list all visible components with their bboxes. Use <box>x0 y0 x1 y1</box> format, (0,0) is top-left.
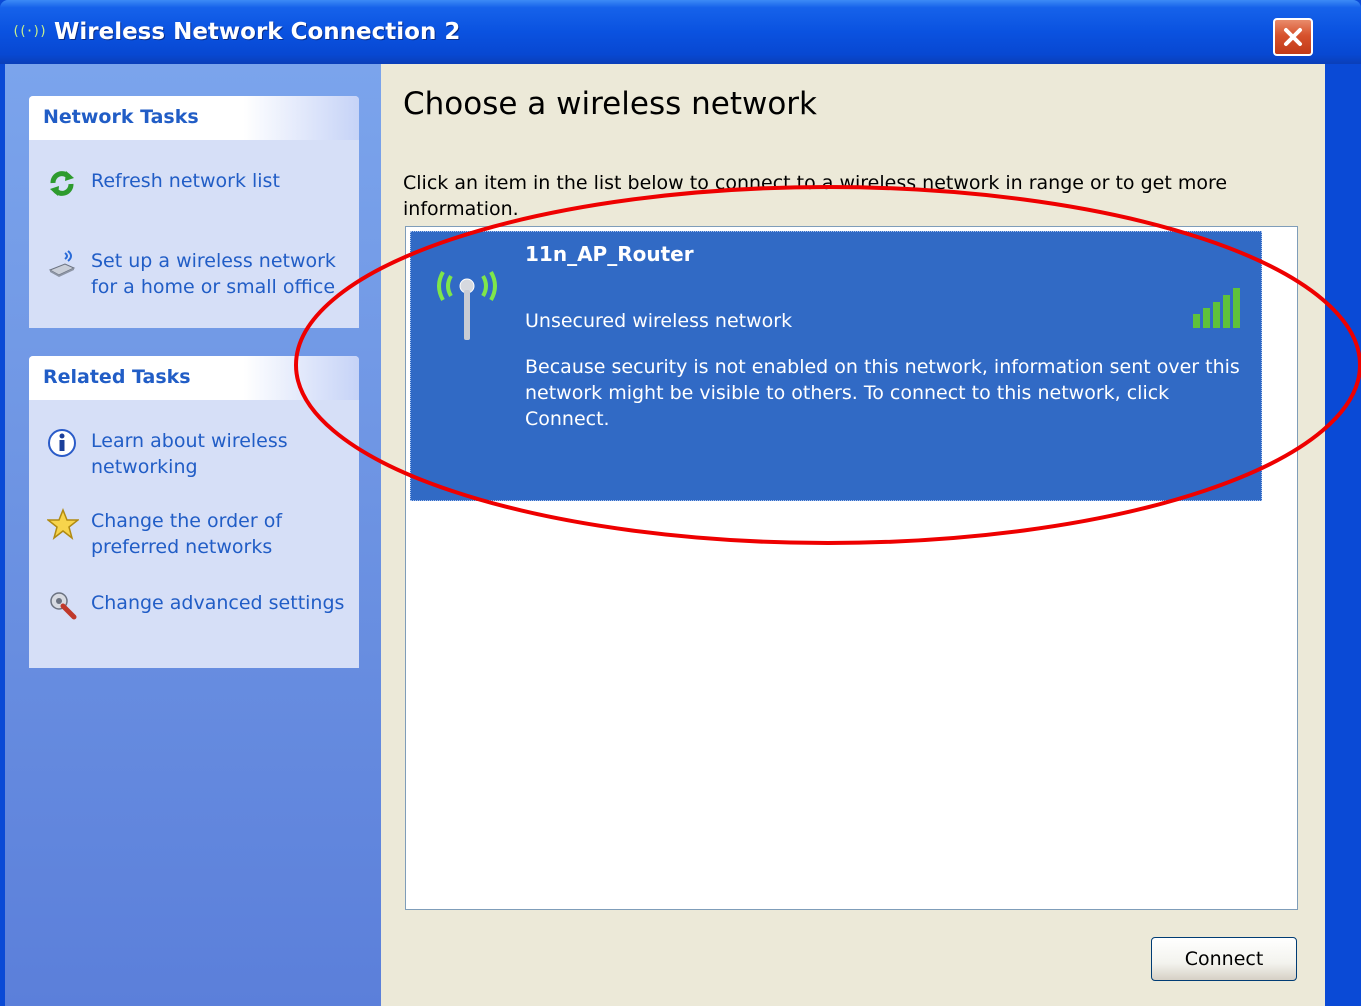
related-tasks-panel: Related Tasks Learn about wireless netwo… <box>29 356 359 668</box>
refresh-icon <box>47 168 77 198</box>
signal-strength-icon <box>1191 286 1251 334</box>
network-list[interactable]: 11n_AP_Router Unsecured wireless network… <box>405 226 1298 910</box>
network-security-status: Unsecured wireless network <box>525 310 793 332</box>
settings-icon <box>47 590 77 620</box>
network-item-selected[interactable]: 11n_AP_Router Unsecured wireless network… <box>410 231 1262 501</box>
page-title: Choose a wireless network <box>403 86 817 122</box>
task-label: Refresh network list <box>91 170 280 192</box>
title-bar[interactable]: ((·)) Wireless Network Connection 2 <box>0 0 1361 64</box>
window-border <box>1325 64 1361 1006</box>
task-label: Learn about wireless networking <box>91 430 288 478</box>
related-tasks-header[interactable]: Related Tasks <box>29 356 359 400</box>
window-title: Wireless Network Connection 2 <box>54 19 461 45</box>
info-icon <box>47 428 77 458</box>
star-icon <box>45 507 81 540</box>
close-button[interactable] <box>1273 18 1313 56</box>
close-icon <box>1284 28 1302 46</box>
instructions-text: Click an item in the list below to conne… <box>403 172 1228 220</box>
network-tasks-panel: Network Tasks Refresh network list Set u… <box>29 96 359 328</box>
task-label: Change advanced settings <box>91 592 345 614</box>
network-description: Because security is not enabled on this … <box>525 356 1240 430</box>
sidebar: Network Tasks Refresh network list Set u… <box>5 64 381 1006</box>
network-tasks-header[interactable]: Network Tasks <box>29 96 359 140</box>
panel-title: Network Tasks <box>43 106 199 128</box>
main-content: Choose a wireless network Click an item … <box>381 64 1325 1006</box>
wireless-antenna-icon <box>427 254 507 348</box>
wireless-setup-icon <box>47 248 77 278</box>
task-label: Set up a wireless network for a home or … <box>91 250 336 298</box>
window: ((·)) Wireless Network Connection 2 Netw… <box>0 0 1361 1006</box>
network-name: 11n_AP_Router <box>525 242 694 266</box>
connect-button[interactable]: Connect <box>1151 937 1297 981</box>
wireless-connection-icon: ((·)) <box>12 24 47 39</box>
panel-title: Related Tasks <box>43 366 191 388</box>
task-label: Change the order of preferred networks <box>91 510 283 558</box>
